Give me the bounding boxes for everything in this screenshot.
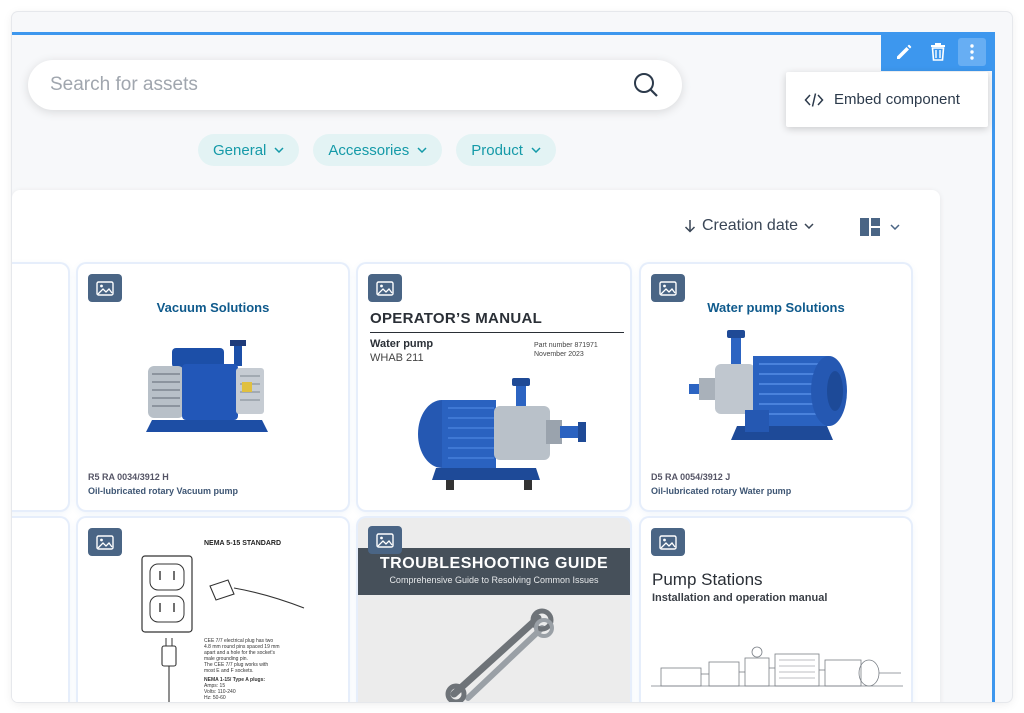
pencil-icon <box>897 44 912 59</box>
desc-line: most E and F sockets. <box>204 668 254 674</box>
wrench-icon <box>445 608 554 702</box>
asset-card[interactable]: Water pump Solutions D5 RA 0054/3912 J O… <box>641 264 911 510</box>
stations-subtitle: Installation and operation manual <box>652 592 828 604</box>
guide-subtitle: Comprehensive Guide to Resolving Common … <box>389 575 599 585</box>
card-title: Vacuum Solutions <box>156 300 270 315</box>
filter-product[interactable]: Product <box>456 134 556 166</box>
code-icon <box>804 92 824 107</box>
kebab-menu-icon <box>970 44 974 60</box>
search-bar <box>28 60 682 110</box>
manual-part-number: Part number 871971 <box>534 342 598 349</box>
image-type-badge <box>88 274 122 302</box>
asset-card-clipped[interactable] <box>12 264 68 510</box>
filter-accessories[interactable]: Accessories <box>313 134 443 166</box>
manual-product: Water pump <box>370 338 434 350</box>
manual-model: WHAB 211 <box>370 352 424 364</box>
filter-label: Product <box>471 141 523 159</box>
embed-component-item[interactable]: Embed component <box>834 91 960 108</box>
card-title: Water pump Solutions <box>707 300 845 315</box>
more-options-button[interactable] <box>958 38 986 66</box>
divider <box>370 332 624 333</box>
spec-line: Hz: 50-60 <box>204 695 226 701</box>
image-icon <box>96 280 114 296</box>
options-menu: Embed component <box>786 72 988 127</box>
filter-general[interactable]: General <box>198 134 300 166</box>
vacuum-pump-image <box>146 340 268 432</box>
manual-date: November 2023 <box>534 351 584 358</box>
app-frame: Embed component General Accessories Prod… <box>12 12 1012 702</box>
card-subtitle: Oil-lubricated rotary Vacuum pump <box>88 486 239 496</box>
edit-button[interactable] <box>890 38 918 66</box>
search-icon[interactable] <box>632 71 660 99</box>
masonry-view-icon <box>860 218 880 236</box>
chevron-down-icon <box>274 147 284 153</box>
filter-label: Accessories <box>328 141 410 159</box>
stations-title: Pump Stations <box>652 570 763 589</box>
chevron-down-icon <box>804 223 814 229</box>
trash-icon <box>931 43 945 61</box>
arrow-down-icon <box>684 220 696 233</box>
chevron-down-icon <box>417 147 427 153</box>
asset-card-clipped[interactable] <box>12 518 68 702</box>
nema-title: NEMA 5-15 STANDARD <box>204 540 282 547</box>
asset-card[interactable]: NEMA 5-15 STANDARD CEE 7/7 electrical pl… <box>78 518 348 702</box>
sort-dropdown[interactable]: Creation date <box>684 217 814 235</box>
water-pump-image <box>418 378 586 490</box>
search-input[interactable] <box>50 74 632 96</box>
image-icon <box>376 280 394 296</box>
water-pump-image <box>689 330 847 440</box>
card-subtitle: Oil-lubricated rotary Water pump <box>651 486 792 496</box>
asset-card[interactable]: Vacuum Solutions R5 RA 0034/3912 H Oil-l… <box>78 264 348 510</box>
guide-banner: TROUBLESHOOTING GUIDE Comprehensive Guid… <box>358 548 630 595</box>
card-code: D5 RA 0054/3912 J <box>651 472 731 482</box>
image-type-badge <box>88 528 122 556</box>
sort-label: Creation date <box>702 217 799 234</box>
image-type-badge <box>651 274 685 302</box>
image-icon <box>376 532 394 548</box>
image-type-badge <box>368 274 402 302</box>
nema-description: CEE 7/7 electrical plug has two 4.8 mm r… <box>204 638 344 701</box>
asset-card[interactable]: Pump Stations Installation and operation… <box>641 518 911 702</box>
chevron-down-icon <box>531 147 541 153</box>
component-toolbar <box>881 33 995 71</box>
image-icon <box>659 534 677 550</box>
view-mode-toggle[interactable] <box>860 218 900 236</box>
manual-title: OPERATOR’S MANUAL <box>370 310 543 327</box>
filter-label: General <box>213 141 267 159</box>
asset-card[interactable]: TROUBLESHOOTING GUIDE Comprehensive Guid… <box>358 518 630 702</box>
image-icon <box>96 534 114 550</box>
filter-bar: General Accessories Product <box>198 134 556 166</box>
image-type-badge <box>368 526 402 554</box>
image-type-badge <box>651 528 685 556</box>
card-code: R5 RA 0034/3912 H <box>88 472 169 482</box>
image-icon <box>659 280 677 296</box>
pump-station-drawing <box>651 646 903 687</box>
delete-button[interactable] <box>924 38 952 66</box>
asset-card[interactable]: OPERATOR’S MANUAL Water pump WHAB 211 Pa… <box>358 264 630 510</box>
guide-title: TROUBLESHOOTING GUIDE <box>379 555 609 572</box>
chevron-down-icon <box>890 224 900 230</box>
